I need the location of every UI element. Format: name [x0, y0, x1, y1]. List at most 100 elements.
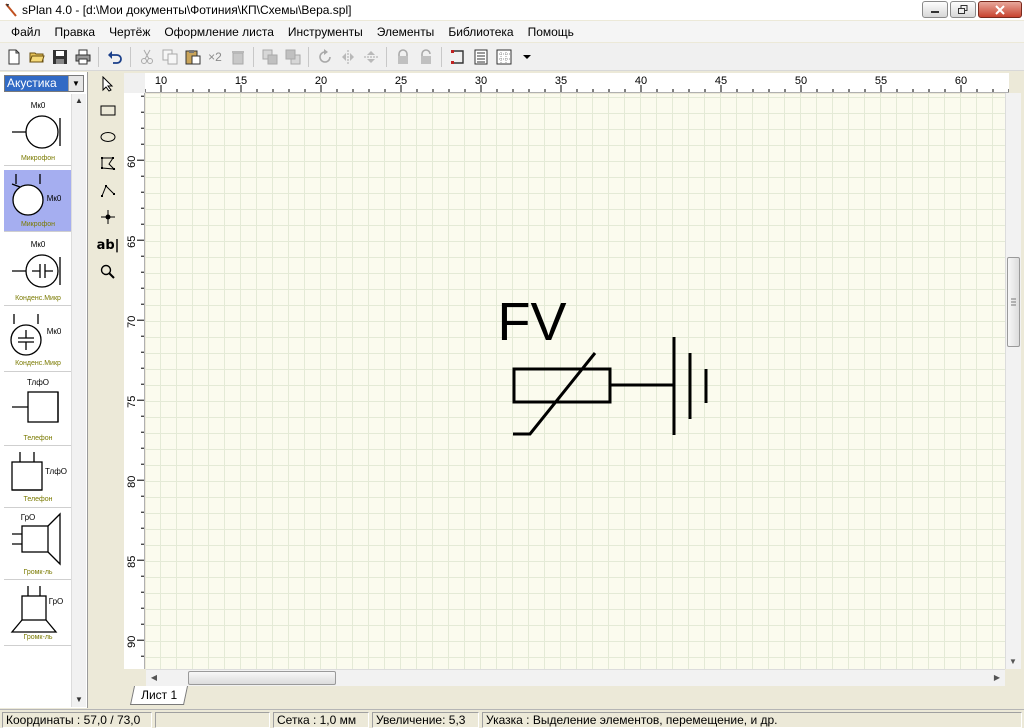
- menu-edit[interactable]: Правка: [48, 25, 103, 39]
- save-button[interactable]: [48, 45, 71, 68]
- close-button[interactable]: [978, 1, 1022, 18]
- sheet-tab-label: Лист 1: [141, 688, 178, 702]
- menu-tools[interactable]: Инструменты: [281, 25, 370, 39]
- scroll-up-icon[interactable]: ▲: [72, 94, 86, 108]
- ellipse-tool[interactable]: [98, 127, 118, 147]
- copy-button[interactable]: [158, 45, 181, 68]
- grip-icon: [1011, 298, 1016, 306]
- menu-elements[interactable]: Элементы: [370, 25, 442, 39]
- library-item-condenser-mic[interactable]: Мк0 Конденс.Микр: [4, 308, 72, 372]
- undo-button[interactable]: [103, 45, 126, 68]
- unlock-button[interactable]: [414, 45, 437, 68]
- duplicate-button[interactable]: ×2: [204, 50, 226, 64]
- library-item-condenser-mic[interactable]: Мк0 Конденс.Микр: [4, 236, 72, 306]
- scroll-right-icon[interactable]: ▶: [990, 671, 1004, 685]
- library-item-tag: ГрО: [49, 597, 64, 606]
- magnifier-icon: [100, 264, 115, 279]
- library-item-tag: Мк0: [47, 327, 62, 336]
- ruler-label: 60: [126, 156, 138, 168]
- horizontal-scrollbar[interactable]: ◀ ▶: [146, 669, 1005, 686]
- grid-button[interactable]: [492, 45, 515, 68]
- varistor-body: [512, 367, 612, 404]
- library-item-speaker[interactable]: ГрО Громк-ль: [4, 510, 72, 580]
- ruler-horizontal-scale: 10 15 20 25 30 35 40 45 50 55 60: [145, 75, 1009, 92]
- vertical-scrollbar[interactable]: ▼: [1005, 93, 1021, 669]
- scroll-left-icon[interactable]: ◀: [147, 671, 161, 685]
- library-item-microphone[interactable]: Мк0 Микрофон: [4, 96, 72, 166]
- library-item-microphone[interactable]: Мк0 Микрофон: [4, 170, 72, 232]
- menu-drawing[interactable]: Чертёж: [102, 25, 157, 39]
- rotate-button[interactable]: [313, 45, 336, 68]
- print-button[interactable]: [71, 45, 94, 68]
- send-back-icon: [285, 49, 300, 64]
- menu-sheet-layout[interactable]: Оформление листа: [157, 25, 281, 39]
- status-hint: Указка : Выделение элементов, перемещени…: [482, 712, 1022, 728]
- library-item-horn-speaker[interactable]: ГрО Громк-ль: [4, 582, 72, 646]
- ruler-label: 15: [235, 75, 247, 87]
- dropdown-arrow-icon: [522, 54, 531, 59]
- new-button[interactable]: [2, 45, 25, 68]
- scroll-down-icon[interactable]: ▼: [72, 693, 86, 707]
- mirror-v-button[interactable]: [359, 45, 382, 68]
- horizontal-scroll-thumb[interactable]: [188, 671, 336, 685]
- ground-symbol[interactable]: [672, 337, 708, 435]
- ruler-vertical: 60 65 70 75 80 85 90: [124, 93, 145, 669]
- library-select[interactable]: Акустика ▼: [4, 75, 84, 92]
- ruler-label: 90: [126, 636, 138, 648]
- ruler-vertical-scale: 60 65 70 75 80 85 90: [126, 95, 144, 657]
- undo-icon: [107, 50, 122, 64]
- library-item-tag: Мк0: [31, 101, 46, 110]
- tab-sheet-1[interactable]: Лист 1: [129, 686, 189, 705]
- menu-help[interactable]: Помощь: [521, 25, 581, 39]
- minimize-button[interactable]: [922, 1, 948, 18]
- cut-button[interactable]: [135, 45, 158, 68]
- varistor-symbol[interactable]: [512, 352, 674, 436]
- open-button[interactable]: [25, 45, 48, 68]
- library-item-phone[interactable]: ТлфО Телефон: [4, 374, 72, 446]
- parts-list-button[interactable]: [469, 45, 492, 68]
- paste-button[interactable]: [181, 45, 204, 68]
- scroll-down-icon[interactable]: ▼: [1006, 655, 1020, 669]
- library-item-caption: Микрофон: [20, 221, 56, 228]
- ruler-label: 85: [126, 556, 138, 568]
- maximize-button[interactable]: [950, 1, 976, 18]
- polygon-icon: [101, 157, 116, 170]
- pointer-icon: [102, 76, 114, 92]
- to-back-button[interactable]: [281, 45, 304, 68]
- lock-button[interactable]: [391, 45, 414, 68]
- ruler-label: 80: [126, 476, 138, 488]
- select-tool[interactable]: [98, 74, 118, 94]
- mirror-h-button[interactable]: [336, 45, 359, 68]
- menu-library[interactable]: Библиотека: [441, 25, 520, 39]
- vertical-scroll-thumb[interactable]: [1007, 257, 1020, 347]
- junction-tool[interactable]: [98, 207, 118, 227]
- ruler-horizontal: 10 15 20 25 30 35 40 45 50 55 60: [145, 73, 1009, 93]
- component-label: FV: [497, 292, 566, 352]
- text-tool[interactable]: ab|: [97, 235, 120, 255]
- open-folder-icon: [28, 52, 45, 62]
- minimize-icon: [931, 10, 939, 13]
- drawing-canvas[interactable]: FV: [146, 94, 1005, 669]
- printer-icon: [75, 49, 90, 64]
- status-zoom: Увеличение: 5,3: [372, 712, 479, 728]
- paste-icon: [185, 49, 200, 64]
- new-file-icon: [8, 49, 19, 64]
- zoom-tool[interactable]: [98, 262, 118, 282]
- to-front-button[interactable]: [258, 45, 281, 68]
- grid-dropdown-button[interactable]: [515, 45, 538, 68]
- status-grid: Сетка : 1,0 мм: [273, 712, 369, 728]
- delete-button[interactable]: [226, 45, 249, 68]
- renumber-button[interactable]: [446, 45, 469, 68]
- toolbar-separator: [386, 46, 387, 67]
- chevron-down-icon[interactable]: ▼: [68, 76, 83, 91]
- library-scrollbar[interactable]: ▲ ▼: [71, 94, 86, 707]
- polygon-tool[interactable]: [98, 153, 118, 173]
- menu-file[interactable]: Файл: [4, 25, 48, 39]
- rotate-icon: [318, 48, 331, 63]
- ruler-label: 40: [635, 75, 647, 87]
- line-tool[interactable]: [98, 180, 118, 200]
- library-item-tag: ТлфО: [45, 467, 67, 476]
- schematic-drawing: FV: [497, 292, 708, 436]
- rectangle-tool[interactable]: [98, 100, 118, 120]
- library-item-phone[interactable]: ТлфО Телефон: [4, 448, 72, 508]
